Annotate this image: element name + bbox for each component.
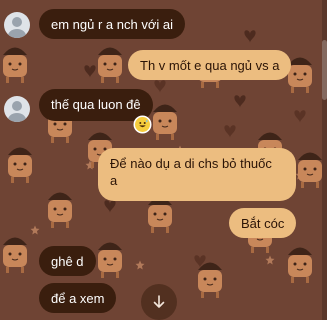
message-text-line: Để nào dụ a di chs bỏ thuốc [110, 156, 272, 171]
message-text: Bắt cóc [241, 216, 285, 231]
scrollbar[interactable] [322, 0, 327, 320]
user-avatar-icon [8, 101, 26, 122]
arrow-down-icon [153, 295, 165, 308]
message-text: thế qua luon đê [51, 97, 141, 112]
message-reaction[interactable] [135, 117, 150, 132]
user-avatar-icon [8, 17, 26, 38]
scrollbar-thumb[interactable] [322, 40, 327, 100]
message-text: ghê d [51, 254, 84, 269]
message-bubble-outgoing[interactable]: Bắt cóc [229, 208, 297, 238]
message-text: để a xem [51, 291, 105, 306]
scroll-to-bottom-button[interactable] [141, 284, 177, 320]
contact-avatar[interactable] [4, 96, 30, 122]
message-bubble-incoming[interactable]: thế qua luon đê [39, 89, 153, 121]
message-text-line: a [110, 173, 118, 188]
message-bubble-incoming[interactable]: để a xem [39, 283, 117, 313]
grinning-sweat-emoji-icon [139, 119, 148, 128]
message-bubble-incoming[interactable]: ghê d [39, 246, 96, 276]
message-text: em ngủ r a nch với ai [51, 17, 173, 32]
message-text: Th v mốt e qua ngủ vs a [140, 58, 280, 73]
message-bubble-outgoing[interactable]: Để nào dụ a di chs bỏ thuốc a [98, 148, 296, 201]
contact-avatar[interactable] [4, 12, 30, 38]
message-bubble-incoming[interactable]: em ngủ r a nch với ai [39, 9, 185, 39]
message-bubble-outgoing[interactable]: Th v mốt e qua ngủ vs a [128, 50, 292, 80]
